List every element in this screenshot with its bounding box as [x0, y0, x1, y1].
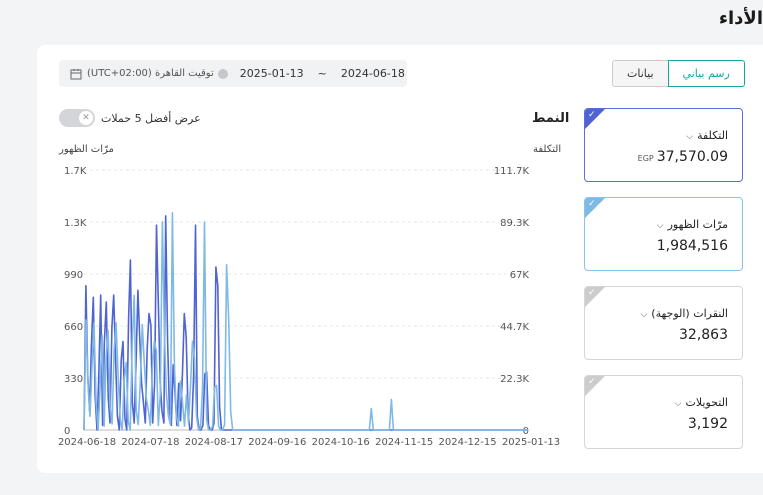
metric-card[interactable]: ✓ ⌵ النقرات (الوجهة) 32,863	[584, 286, 743, 360]
y-tick-right: 22.3K	[500, 374, 529, 385]
metric-card[interactable]: ✓ ⌵ مرّات الظهور 1,984,516	[584, 197, 743, 271]
metric-card[interactable]: ✓ ⌵ التحويلات 3,192	[584, 375, 743, 449]
x-tick-label: 2024-08-17	[185, 437, 243, 448]
y-tick-right: 44.7K	[500, 322, 529, 333]
y-tick-left: 1.3K	[64, 218, 87, 229]
metric-label[interactable]: ⌵ التحويلات	[675, 396, 728, 409]
x-tick-label: 2024-06-18	[58, 437, 116, 448]
chevron-down-icon: ⌵	[656, 221, 664, 231]
y-tick-left: 660	[64, 322, 83, 333]
metric-label-text: التحويلات	[685, 396, 729, 409]
x-tick-label: 2024-11-15	[375, 437, 433, 448]
y-tick-right: 67K	[510, 270, 530, 281]
metric-value: 3,192	[685, 416, 728, 432]
check-icon: ✓	[588, 199, 596, 209]
metric-card[interactable]: ✓ ⌵ التكلفة EGP 37,570.09	[584, 108, 743, 182]
y-tick-right: 111.7K	[494, 166, 530, 177]
check-icon: ✓	[588, 377, 596, 387]
x-tick-label: 2024-07-18	[121, 437, 179, 448]
y-tick-left: 1.7K	[64, 166, 87, 177]
x-tick-label: 2024-12-15	[439, 437, 497, 448]
chevron-down-icon: ⌵	[686, 132, 694, 142]
y-tick-left: 990	[64, 270, 83, 281]
x-tick-label: 2024-09-16	[248, 437, 306, 448]
y-tick-left: 0	[64, 426, 70, 437]
metric-label[interactable]: ⌵ مرّات الظهور	[657, 218, 728, 231]
metric-value: 1,984,516	[654, 238, 728, 254]
y-tick-left: 330	[64, 374, 83, 385]
metric-value: 32,863	[676, 327, 728, 343]
chevron-down-icon: ⌵	[674, 399, 682, 409]
check-icon: ✓	[588, 110, 596, 120]
chevron-down-icon: ⌵	[640, 310, 648, 320]
y-tick-right: 89.3K	[500, 218, 529, 229]
metric-label[interactable]: ⌵ النقرات (الوجهة)	[640, 307, 728, 320]
metric-value-text: 32,863	[679, 327, 728, 343]
metric-label-text: مرّات الظهور	[667, 218, 728, 231]
x-tick-label: 2025-01-13	[502, 437, 560, 448]
y-tick-right: 0	[523, 426, 529, 437]
metric-label-text: النقرات (الوجهة)	[651, 307, 728, 320]
metric-unit: EGP	[637, 154, 654, 163]
x-tick-label: 2024-10-16	[312, 437, 370, 448]
metric-value-text: 37,570.09	[656, 149, 728, 165]
metric-label[interactable]: ⌵ التكلفة	[686, 129, 728, 142]
check-icon: ✓	[588, 288, 596, 298]
metric-value: EGP 37,570.09	[638, 149, 728, 165]
metric-value-text: 1,984,516	[656, 238, 728, 254]
metric-value-text: 3,192	[687, 416, 728, 432]
metric-label-text: التكلفة	[697, 129, 728, 142]
